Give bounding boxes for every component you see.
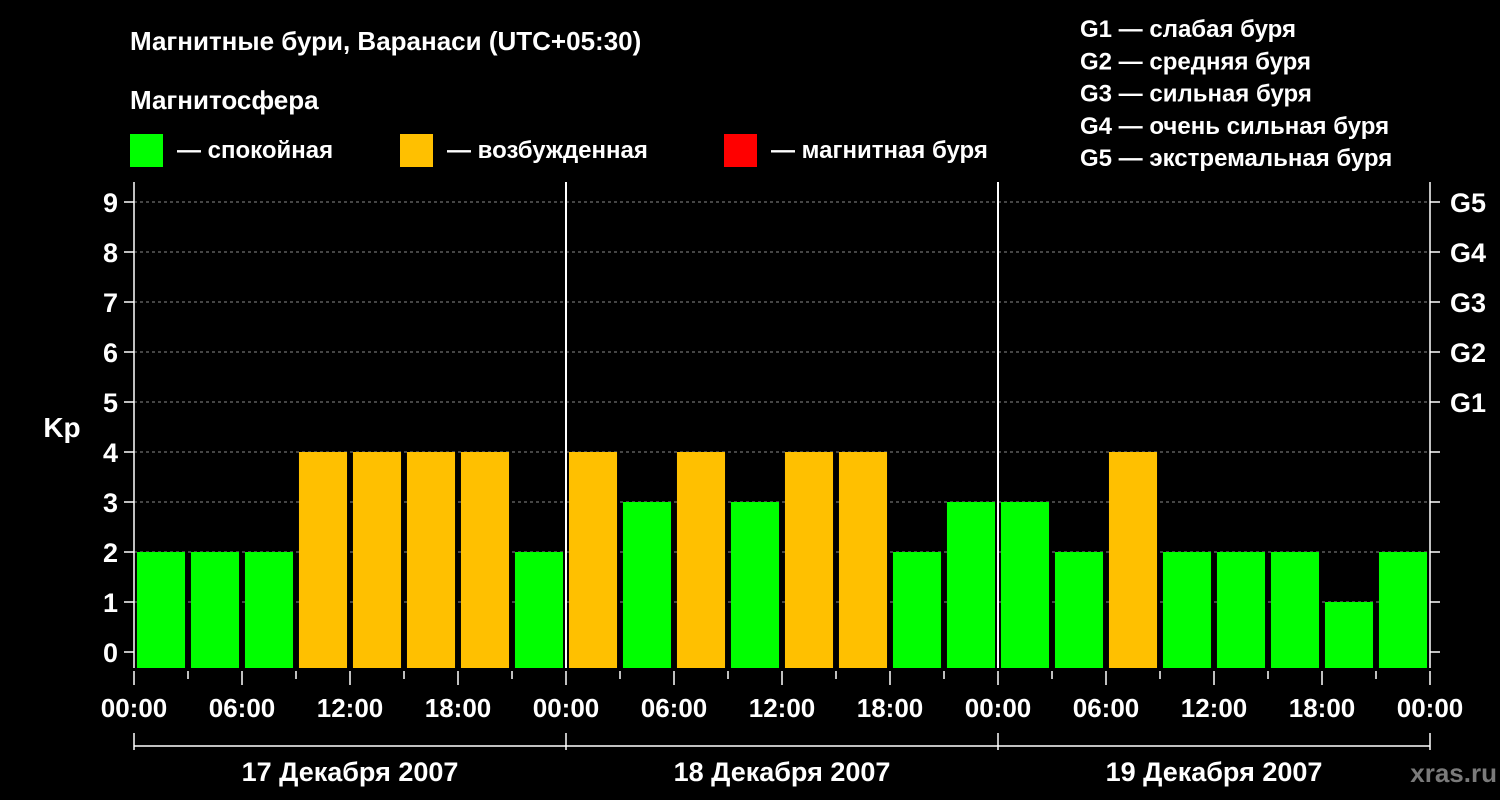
y-tick-label: 5	[103, 388, 118, 418]
bar	[1324, 602, 1374, 668]
bar	[460, 452, 510, 668]
bar	[1270, 552, 1320, 668]
x-tick-label: 12:00	[317, 693, 384, 723]
x-tick-label: 00:00	[1397, 693, 1464, 723]
chart-subtitle: Магнитосфера	[130, 85, 319, 115]
bar	[514, 552, 564, 668]
x-tick-label: 18:00	[857, 693, 924, 723]
legend-label-excited: — возбужденная	[447, 137, 648, 164]
y-tick-label: 4	[103, 438, 118, 468]
x-tick-label: 18:00	[1289, 693, 1356, 723]
bar	[946, 502, 996, 668]
right-tick-label: G3	[1450, 288, 1486, 318]
x-tick-label: 00:00	[965, 693, 1032, 723]
x-tick-label: 12:00	[1181, 693, 1248, 723]
bar	[136, 552, 186, 668]
bar	[190, 552, 240, 668]
right-tick-label: G5	[1450, 188, 1486, 218]
storm-scale-item: G4 — очень сильная буря	[1080, 113, 1389, 140]
right-tick-label: G1	[1450, 388, 1486, 418]
legend: — спокойная — возбужденная — магнитная бур…	[130, 134, 988, 167]
day-label: 17 Декабря 2007	[242, 757, 459, 787]
right-tick-label: G4	[1450, 238, 1486, 268]
bar	[730, 502, 780, 668]
bar	[298, 452, 348, 668]
storm-scale-item: G1 — слабая буря	[1080, 16, 1296, 43]
storm-scale-item: G2 — средняя буря	[1080, 48, 1311, 75]
bar	[568, 452, 618, 668]
y-tick-label: 2	[103, 538, 118, 568]
bar	[1000, 502, 1050, 668]
x-tick-label: 18:00	[425, 693, 492, 723]
bar	[784, 452, 834, 668]
storm-scale-item: G5 — экстремальная буря	[1080, 145, 1392, 172]
y-tick-label: 9	[103, 188, 118, 218]
bar	[352, 452, 402, 668]
watermark: xras.ru	[1410, 758, 1497, 788]
y-axis-label: Kp	[43, 412, 80, 443]
bar	[676, 452, 726, 668]
legend-label-quiet: — спокойная	[177, 137, 333, 164]
x-tick-label: 06:00	[641, 693, 708, 723]
day-labels: 17 Декабря 2007 18 Декабря 2007 19 Декабря…	[242, 757, 1323, 787]
bar	[1054, 552, 1104, 668]
bar	[892, 552, 942, 668]
right-tick-label: G2	[1450, 338, 1486, 368]
kp-chart: Магнитные бури, Варанаси (UTC+05:30) Маг…	[43, 16, 1497, 788]
y-tick-label: 6	[103, 338, 118, 368]
legend-swatch-excited	[400, 134, 433, 167]
legend-swatch-storm	[724, 134, 757, 167]
x-tick-label: 00:00	[533, 693, 600, 723]
bar	[1108, 452, 1158, 668]
bar	[1216, 552, 1266, 668]
y-tick-label: 0	[103, 638, 118, 668]
x-tick-label: 06:00	[209, 693, 276, 723]
x-tick-label: 06:00	[1073, 693, 1140, 723]
bars	[136, 452, 1428, 668]
x-tick-label: 00:00	[101, 693, 168, 723]
y-tick-label: 7	[103, 288, 118, 318]
bar	[244, 552, 294, 668]
storm-scale-item: G3 — сильная буря	[1080, 81, 1312, 108]
bar	[406, 452, 456, 668]
y-tick-label: 3	[103, 488, 118, 518]
y-tick-label: 1	[103, 588, 118, 618]
legend-swatch-quiet	[130, 134, 163, 167]
legend-label-storm: — магнитная буря	[771, 137, 988, 164]
y-tick-label: 8	[103, 238, 118, 268]
bar	[1162, 552, 1212, 668]
x-tick-label: 12:00	[749, 693, 816, 723]
bar	[838, 452, 888, 668]
storm-scale-legend: G1 — слабая буря G2 — средняя буря G3 — си…	[1080, 16, 1392, 172]
bar	[622, 502, 672, 668]
day-label: 18 Декабря 2007	[674, 757, 891, 787]
bar	[1378, 552, 1428, 668]
day-label: 19 Декабря 2007	[1106, 757, 1323, 787]
chart-title: Магнитные бури, Варанаси (UTC+05:30)	[130, 26, 641, 56]
